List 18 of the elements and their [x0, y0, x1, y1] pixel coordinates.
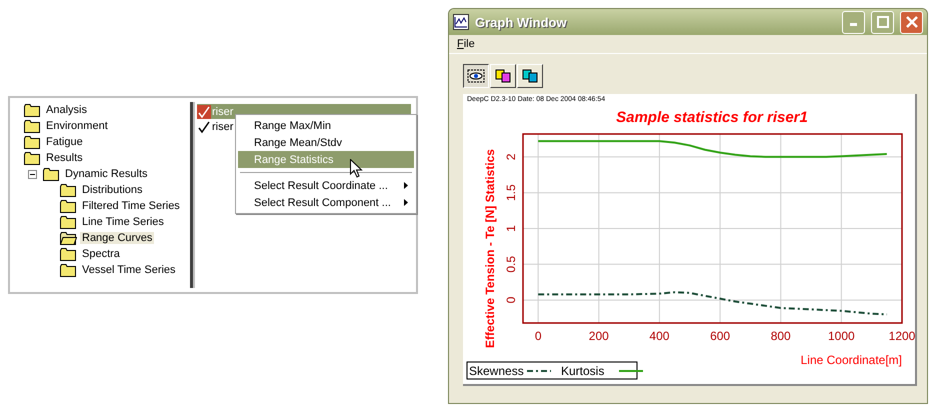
window-title: Graph Window — [475, 14, 568, 30]
x-tick-label: 400 — [649, 329, 670, 343]
chart-title: Sample statistics for riser1 — [616, 109, 808, 126]
x-tick-label: 1000 — [828, 329, 855, 343]
x-tick-label: 800 — [770, 329, 791, 343]
y-tick-label: 0.5 — [504, 256, 518, 273]
x-axis-label: Line Coordinate[m] — [800, 353, 902, 367]
y-tick-label: 2 — [504, 154, 518, 160]
legend-label: Skewness — [469, 364, 524, 378]
x-tick-label: 600 — [710, 329, 730, 343]
x-tick-label: 0 — [534, 329, 542, 343]
x-tick-label: 200 — [588, 329, 609, 343]
legend-label: Kurtosis — [561, 364, 604, 378]
y-tick-label: 1.5 — [504, 184, 518, 202]
y-tick-label: 1 — [504, 225, 518, 232]
x-tick-label: 1200 — [888, 329, 915, 343]
y-axis-label: Effective Tension - Te [N] Statistics — [483, 149, 497, 348]
y-tick-label: 0 — [504, 296, 518, 304]
